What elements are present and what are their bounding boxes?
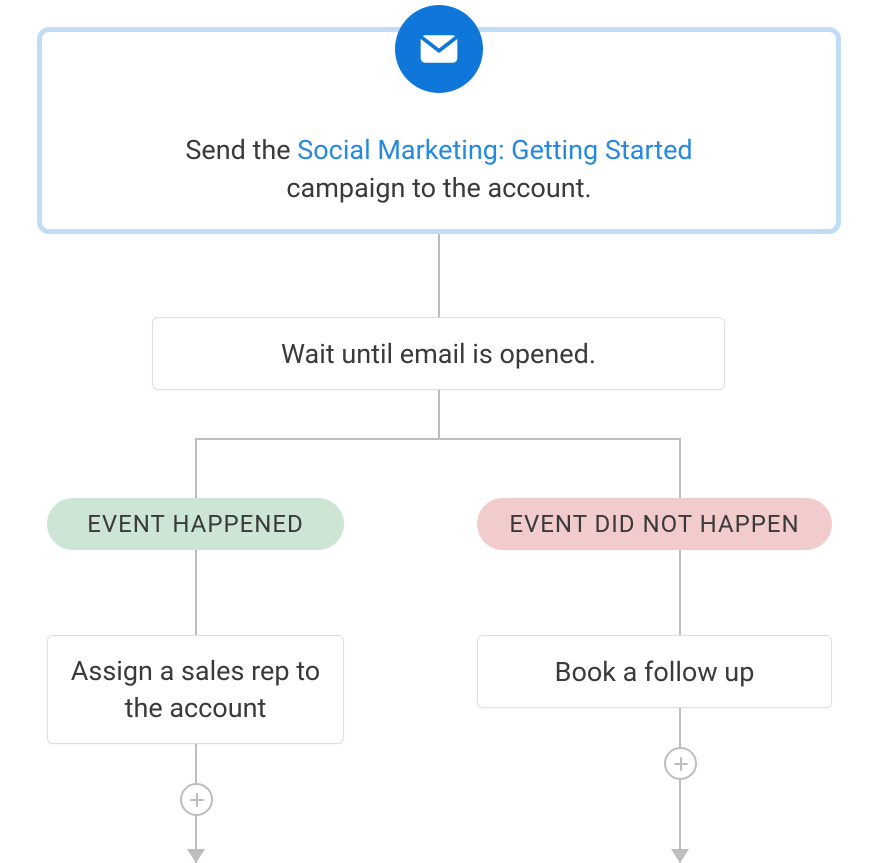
follow-up-step[interactable]: Book a follow up [477, 635, 832, 708]
wait-step[interactable]: Wait until email is opened. [152, 317, 725, 390]
workflow-diagram: Send the Social Marketing: Getting Start… [0, 0, 878, 863]
add-step-button-right[interactable] [664, 747, 697, 780]
event-happened-pill: EVENT HAPPENED [47, 498, 344, 550]
text-before: Send the [185, 134, 297, 166]
follow-up-text: Book a follow up [555, 656, 755, 688]
envelope-icon [395, 5, 483, 93]
connector-line [438, 390, 440, 438]
event-happened-label: EVENT HAPPENED [87, 510, 304, 538]
send-campaign-step[interactable]: Send the Social Marketing: Getting Start… [37, 27, 841, 234]
plus-icon [189, 792, 205, 808]
event-not-happened-pill: EVENT DID NOT HAPPEN [477, 498, 832, 550]
text-after: campaign to the account. [286, 172, 591, 204]
split-line [195, 438, 681, 440]
connector-line [438, 234, 440, 317]
assign-rep-step[interactable]: Assign a sales rep to the account [47, 635, 344, 744]
assign-rep-text: Assign a sales rep to the account [68, 653, 323, 726]
arrowhead-icon [187, 849, 205, 863]
arrowhead-icon [671, 849, 689, 863]
add-step-button-left[interactable] [180, 783, 213, 816]
campaign-link[interactable]: Social Marketing: Getting Started [297, 134, 692, 166]
plus-icon [673, 756, 689, 772]
wait-step-text: Wait until email is opened. [281, 338, 596, 370]
send-campaign-text: Send the Social Marketing: Getting Start… [42, 132, 836, 208]
event-not-happened-label: EVENT DID NOT HAPPEN [509, 510, 799, 538]
